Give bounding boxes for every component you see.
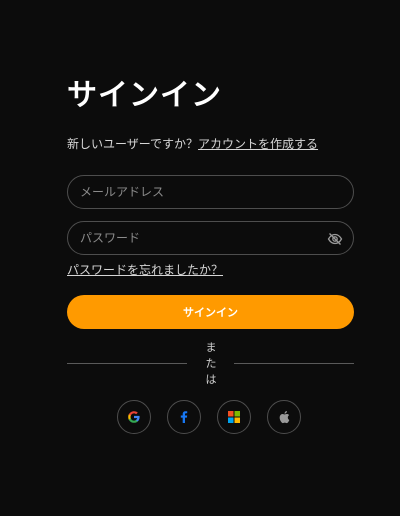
signup-prompt-row: 新しいユーザーですか？アカウントを作成する — [67, 135, 318, 153]
apple-signin-button[interactable] — [267, 400, 301, 434]
divider-text: または — [205, 341, 217, 386]
apple-icon — [278, 410, 290, 424]
forgot-password-link[interactable]: パスワードを忘れましたか？ — [67, 261, 223, 279]
microsoft-icon — [228, 411, 240, 423]
password-input[interactable] — [80, 222, 320, 254]
page-title: サインイン — [67, 78, 222, 113]
toggle-password-visibility-icon[interactable] — [327, 231, 343, 245]
divider-line-left — [67, 363, 187, 364]
google-icon — [127, 410, 141, 424]
facebook-icon — [178, 410, 190, 424]
google-signin-button[interactable] — [117, 400, 151, 434]
divider-line-right — [234, 363, 354, 364]
create-account-link[interactable]: アカウントを作成する — [198, 137, 318, 151]
facebook-signin-button[interactable] — [167, 400, 201, 434]
social-login-row — [117, 400, 304, 436]
email-field[interactable] — [67, 175, 354, 209]
signin-button[interactable]: サインイン — [67, 295, 354, 329]
or-divider: または — [67, 340, 354, 388]
microsoft-signin-button[interactable] — [217, 400, 251, 434]
email-input[interactable] — [80, 176, 320, 208]
signup-prompt-text: 新しいユーザーですか？ — [67, 137, 199, 151]
password-field[interactable] — [67, 221, 354, 255]
